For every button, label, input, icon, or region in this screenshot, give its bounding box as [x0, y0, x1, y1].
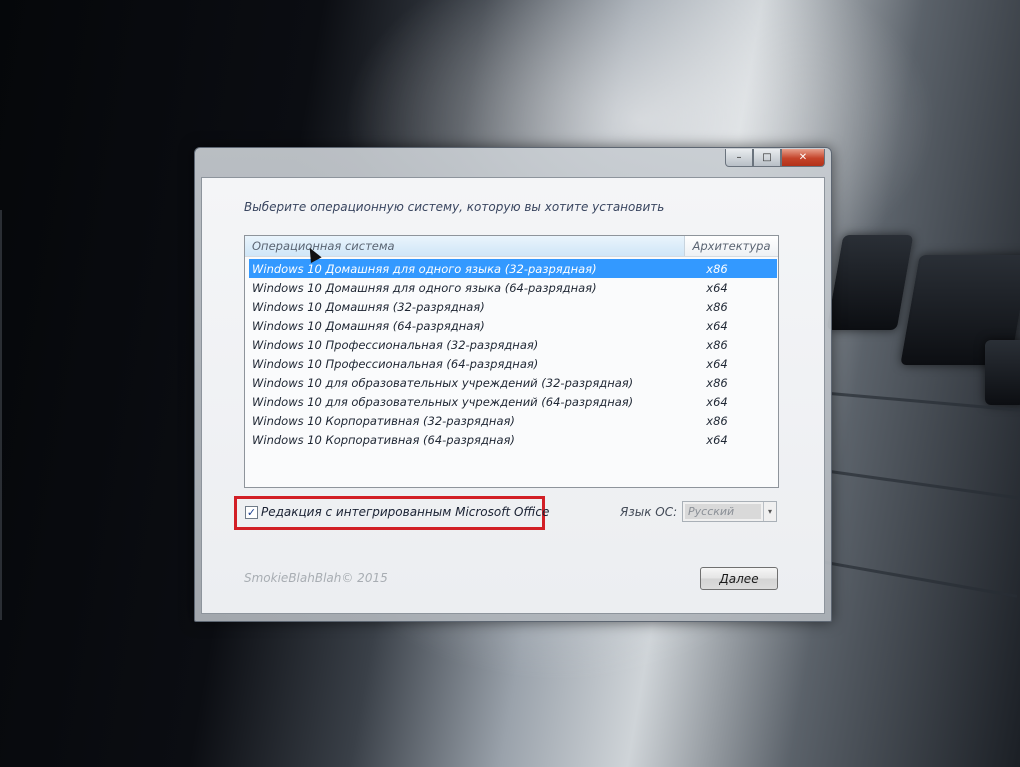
list-item[interactable]: Windows 10 Домашняя (64-разрядная) x64 — [249, 316, 777, 335]
copyright-text: SmokieBlahBlah© 2015 — [244, 571, 388, 585]
os-arch: x86 — [706, 375, 728, 390]
os-name: Windows 10 Профессиональная (64-разрядна… — [252, 356, 539, 371]
screen-edge — [0, 210, 2, 620]
list-item[interactable]: Windows 10 Профессиональная (64-разрядна… — [249, 354, 777, 373]
piano-black-key — [985, 340, 1020, 405]
os-name: Windows 10 Домашняя (64-разрядная) — [252, 318, 485, 333]
os-list[interactable]: Операционная система Архитектура Windows… — [244, 235, 779, 488]
list-rows: Windows 10 Домашняя для одного языка (32… — [245, 257, 778, 449]
piano-black-key — [826, 235, 914, 330]
window-controls: – □ ✕ — [725, 149, 825, 167]
os-arch: x86 — [706, 337, 728, 352]
piano-key-gap — [829, 470, 1020, 501]
office-checkbox[interactable]: ✓ — [245, 505, 258, 519]
language-label: Язык ОС: — [620, 505, 678, 519]
list-item[interactable]: Windows 10 Домашняя для одного языка (64… — [249, 278, 777, 297]
os-arch: x64 — [706, 318, 728, 333]
window-client-area: Выберите операционную систему, которую в… — [201, 177, 825, 614]
list-item[interactable]: Windows 10 для образовательных учреждени… — [249, 373, 777, 392]
os-name: Windows 10 Домашняя (32-разрядная) — [252, 299, 485, 314]
os-name: Windows 10 Корпоративная (32-разрядная) — [252, 413, 515, 428]
close-button[interactable]: ✕ — [781, 149, 825, 167]
maximize-button[interactable]: □ — [753, 149, 781, 167]
piano-key-gap — [819, 560, 1018, 598]
list-item[interactable]: Windows 10 Домашняя для одного языка (32… — [249, 259, 777, 278]
next-button[interactable]: Далее — [700, 567, 778, 590]
language-value: Русский — [685, 504, 761, 519]
os-name: Windows 10 Домашняя для одного языка (32… — [252, 261, 597, 276]
office-option[interactable]: ✓ Редакция с интегрированным Microsoft O… — [245, 505, 549, 519]
os-arch: x64 — [706, 356, 728, 371]
os-arch: x64 — [706, 394, 728, 409]
os-selection-window: – □ ✕ Выберите операционную систему, кот… — [194, 147, 832, 622]
os-arch: x86 — [706, 413, 728, 428]
os-arch: x64 — [706, 432, 728, 447]
os-name: Windows 10 для образовательных учреждени… — [252, 375, 634, 390]
os-arch: x86 — [706, 299, 728, 314]
column-header-arch[interactable]: Архитектура — [685, 236, 778, 256]
os-name: Windows 10 Корпоративная (64-разрядная) — [252, 432, 515, 447]
list-item[interactable]: Windows 10 для образовательных учреждени… — [249, 392, 777, 411]
minimize-button[interactable]: – — [725, 149, 753, 167]
office-checkbox-label[interactable]: Редакция с интегрированным Microsoft Off… — [261, 505, 549, 519]
list-header: Операционная система Архитектура — [245, 236, 778, 257]
language-select: Русский ▾ — [682, 501, 777, 522]
piano-key-gap — [829, 392, 1020, 413]
os-arch: x64 — [706, 280, 728, 295]
piano-black-key — [900, 255, 1020, 365]
prompt-text: Выберите операционную систему, которую в… — [244, 200, 665, 214]
list-item[interactable]: Windows 10 Профессиональная (32-разрядна… — [249, 335, 777, 354]
os-name: Windows 10 для образовательных учреждени… — [252, 394, 634, 409]
list-item[interactable]: Windows 10 Корпоративная (32-разрядная) x… — [249, 411, 777, 430]
os-name: Windows 10 Домашняя для одного языка (64… — [252, 280, 597, 295]
chevron-down-icon: ▾ — [763, 502, 776, 521]
os-arch: x86 — [706, 261, 728, 276]
os-name: Windows 10 Профессиональная (32-разрядна… — [252, 337, 539, 352]
list-item[interactable]: Windows 10 Домашняя (32-разрядная) x86 — [249, 297, 777, 316]
list-item[interactable]: Windows 10 Корпоративная (64-разрядная) x… — [249, 430, 777, 449]
